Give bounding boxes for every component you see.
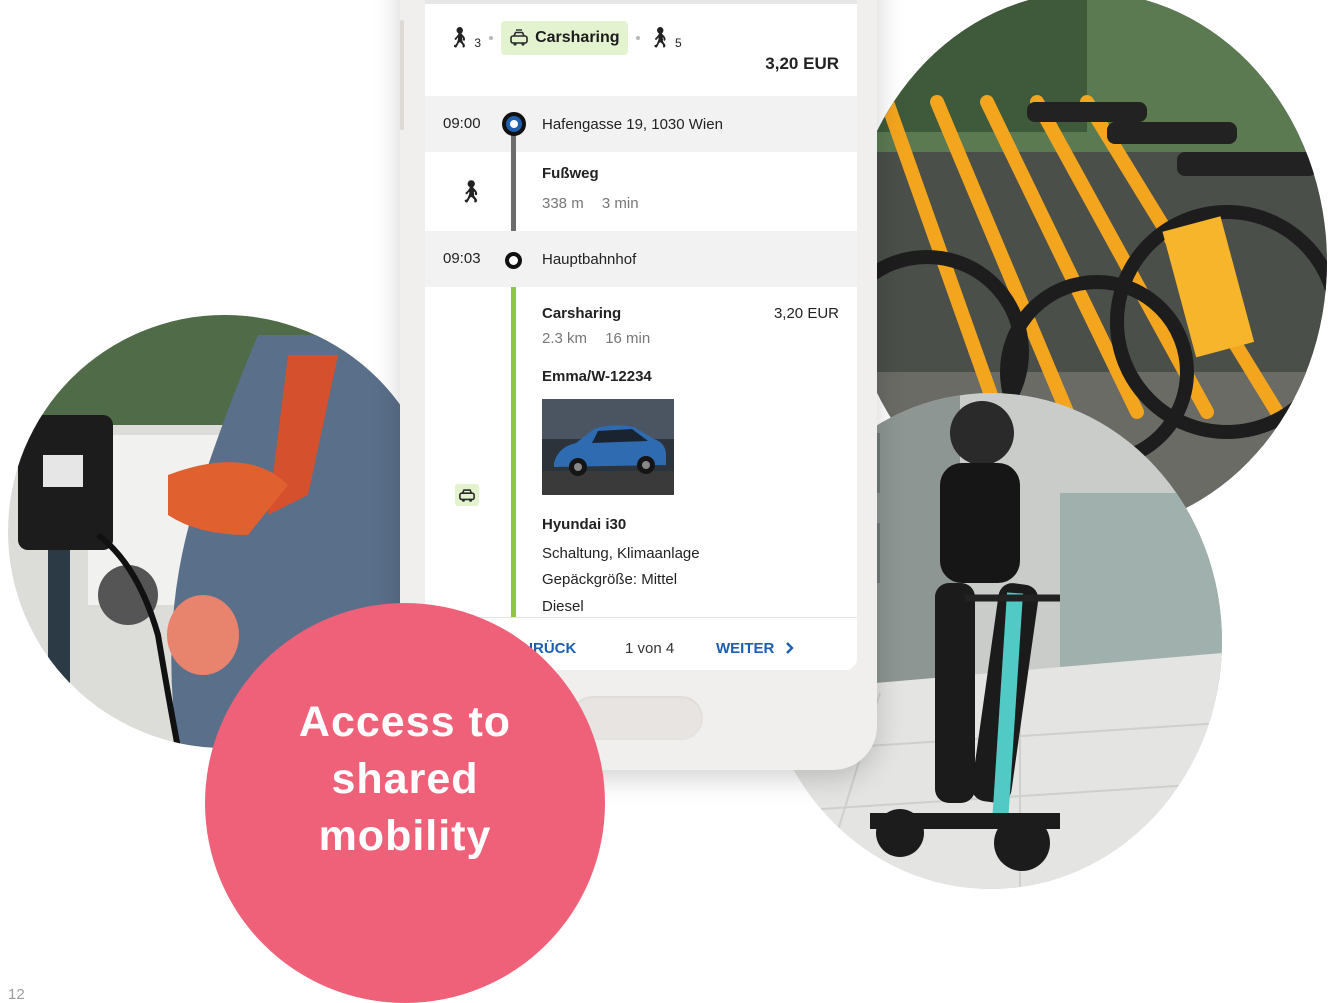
car-icon	[510, 29, 528, 46]
carsharing-segment-meta: 2.3 km 16 min	[542, 330, 664, 347]
vehicle-photo[interactable]	[542, 399, 674, 495]
total-price: 3,20 EUR	[765, 54, 839, 73]
vehicle-model: Hyundai i30	[542, 516, 627, 533]
carsharing-price: 3,20 EUR	[773, 305, 839, 322]
headline-bubble: Access to shared mobility	[205, 603, 605, 1003]
carsharing-chip: Carsharing	[501, 21, 628, 55]
walking-person-icon: 🚶︎	[447, 27, 473, 49]
page-indicator: 1 von 4	[625, 640, 675, 657]
vehicle-id: Emma/W-12234	[542, 368, 652, 385]
walking-person-icon: 🚶︎	[457, 179, 485, 204]
walk-segment-meta: 338 m 3 min	[542, 195, 653, 212]
next-button-label: WEITER	[716, 640, 775, 657]
stop-place: Hauptbahnhof	[542, 251, 637, 268]
separator-dot	[489, 36, 494, 40]
next-button[interactable]: WEITER	[716, 640, 795, 657]
carsharing-chip-label: Carsharing	[535, 29, 620, 46]
stop-time: 09:03	[443, 250, 481, 267]
carsharing-duration: 16 min	[605, 330, 651, 347]
side-button	[400, 20, 404, 130]
separator-dot	[635, 36, 640, 40]
walk-segment-title: Fußweg	[542, 165, 599, 182]
stop-place: Hafengasse 19, 1030 Wien	[542, 116, 723, 133]
vehicle-fuel: Diesel	[542, 598, 584, 615]
walk-duration: 3 min	[601, 195, 639, 212]
carsharing-segment-title: Carsharing	[542, 305, 622, 322]
walking-person-icon: 🚶︎	[647, 27, 673, 49]
stop-row-start[interactable]: 09:00 Hafengasse 19, 1030 Wien	[425, 96, 857, 152]
stop-time: 09:00	[443, 115, 481, 132]
walk-after-minutes: 5	[674, 36, 682, 50]
carsharing-segment-line	[511, 264, 516, 624]
start-stop-dot	[502, 112, 526, 136]
car-icon	[455, 484, 479, 506]
route-detail-screen: 🚶︎ 3 Carsharing 🚶︎ 5 3,20 EUR 09:00 Hafe…	[425, 0, 857, 670]
stop-row-mid[interactable]: 09:03 Hauptbahnhof	[425, 231, 857, 287]
page-number: 12	[8, 986, 25, 1003]
transfer-stop-dot	[505, 252, 522, 269]
walk-distance: 338 m	[542, 195, 584, 212]
carsharing-distance: 2.3 km	[542, 330, 588, 347]
headline-text: Access to shared mobility	[298, 697, 512, 860]
vehicle-features: Schaltung, Klimaanlage	[542, 545, 700, 562]
route-summary[interactable]: 🚶︎ 3 Carsharing 🚶︎ 5 3,20 EUR	[425, 4, 857, 96]
mode-chips: 🚶︎ 3 Carsharing 🚶︎ 5	[447, 20, 682, 56]
walk-before-minutes: 3	[474, 36, 482, 50]
chevron-right-icon	[785, 642, 794, 654]
vehicle-luggage: Gepäckgröße: Mittel	[542, 571, 678, 588]
